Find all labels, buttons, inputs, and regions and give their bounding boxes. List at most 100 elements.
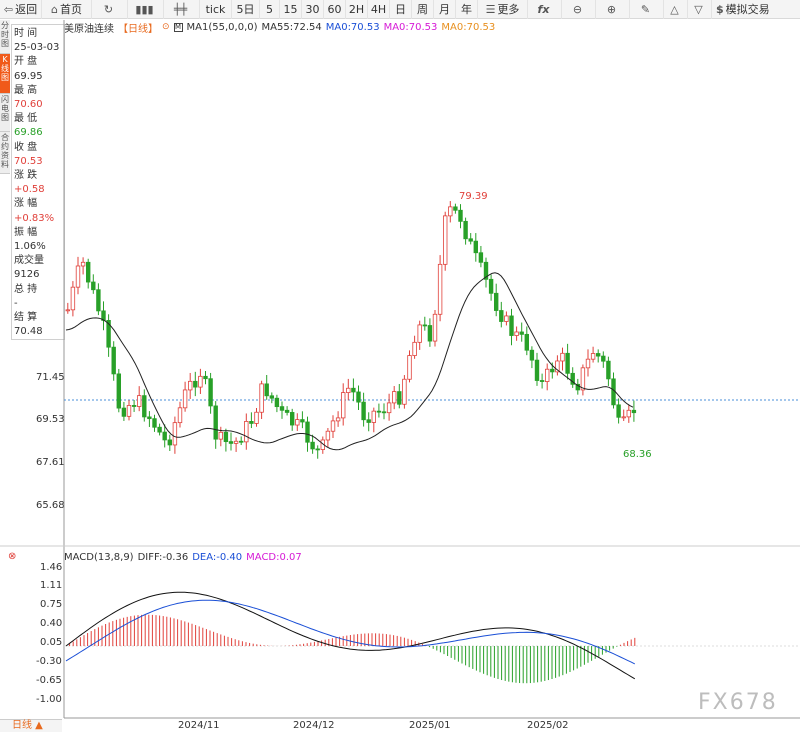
date-tick: 2025/02 [527,720,569,731]
candle-body [529,349,535,361]
candle-body [499,310,504,322]
candle-body [274,397,280,408]
candle-body [585,358,591,369]
candle-body [218,431,223,440]
candle-body [371,410,376,423]
kline-chart[interactable] [0,0,800,732]
candle-body [601,355,606,362]
candle-body [534,359,540,381]
candle-body [223,431,229,443]
candle-body [300,419,305,423]
candle-body [126,405,132,417]
candle-body [244,421,249,443]
candle-body [407,355,412,380]
candle-body [198,375,203,388]
candle-body [376,410,382,413]
candle-body [70,286,76,311]
candle-body [187,380,193,391]
candle-body [121,407,127,417]
candle-body [152,418,157,428]
macd-tick: 1.11 [40,580,63,591]
candle-body [264,383,269,397]
candle-body [468,238,473,242]
candle-body [254,411,259,424]
candle-body [203,375,208,380]
candle-body [402,378,407,405]
candle-body [539,380,545,382]
candle-body [213,405,218,440]
candle-body [177,407,183,424]
candle-body [417,324,422,343]
candle-body [75,265,81,288]
macd-tick: -0.65 [36,675,62,686]
watermark-logo: FX678 [698,690,778,715]
candle-body [162,431,167,441]
date-tick: 2024/11 [178,720,220,731]
candle-body [86,261,91,283]
candle-body [305,421,310,443]
candle-body [335,417,341,422]
candle-body [310,441,315,450]
candle-body [111,346,116,375]
macd-icon[interactable]: ⊗ [8,551,16,562]
macd-tick: 0.05 [40,637,63,648]
candle-body [147,416,152,420]
candle-body [330,420,336,432]
macd-value: MACD:0.07 [246,552,302,563]
candle-body [391,391,397,404]
candle-body [514,331,519,336]
candle-body [172,422,178,446]
candle-body [346,387,351,394]
macd-legend: MACD(13,8,9) DIFF:-0.36 DEA:-0.40 MACD:0… [64,552,302,563]
candle-body [412,341,417,356]
candle-body [580,367,586,391]
candle-body [437,263,443,315]
candle-body [208,378,213,407]
candle-body [238,440,244,443]
candle-body [565,352,570,374]
candle-body [626,409,631,418]
candle-body [366,419,371,423]
candle-body [381,411,387,414]
candle-body [590,353,596,360]
period-select-button[interactable]: 日线 ▲ [0,719,62,732]
candle-body [279,406,285,411]
candle-body [524,333,529,351]
candle-body [488,278,494,294]
candle-body [616,404,621,418]
macd-tick: -1.00 [36,694,62,705]
candle-body [356,391,361,403]
macd-diff: DIFF:-0.36 [137,552,189,563]
candle-body [315,448,320,451]
date-tick: 2024/12 [293,720,335,731]
candle-body [550,368,555,373]
candle-body [463,220,468,240]
candle-body [136,395,142,407]
candle-body [228,441,234,444]
candle-body [259,383,264,413]
candle-body [458,209,463,222]
candle-body [142,395,147,418]
candle-body [493,292,499,311]
macd-tick: 1.46 [40,562,63,573]
candle-body [422,324,427,327]
candle-body [631,409,637,414]
macd-tick: -0.30 [36,656,62,667]
candle-body [432,313,438,342]
candle-body [397,391,402,405]
date-tick: 2025/01 [409,720,451,731]
candle-body [519,331,524,335]
candle-body [96,289,101,312]
candle-body [116,373,121,409]
candle-body [80,261,86,267]
candle-body [596,353,601,357]
candle-body [340,392,346,419]
candle-body [182,389,188,409]
candle-body [427,325,433,342]
candle-body [249,421,254,424]
candle-body [504,315,509,322]
candle-body [193,380,198,388]
candle-body [167,439,172,446]
candle-body [361,401,366,421]
macd-tick: 0.75 [40,599,63,610]
